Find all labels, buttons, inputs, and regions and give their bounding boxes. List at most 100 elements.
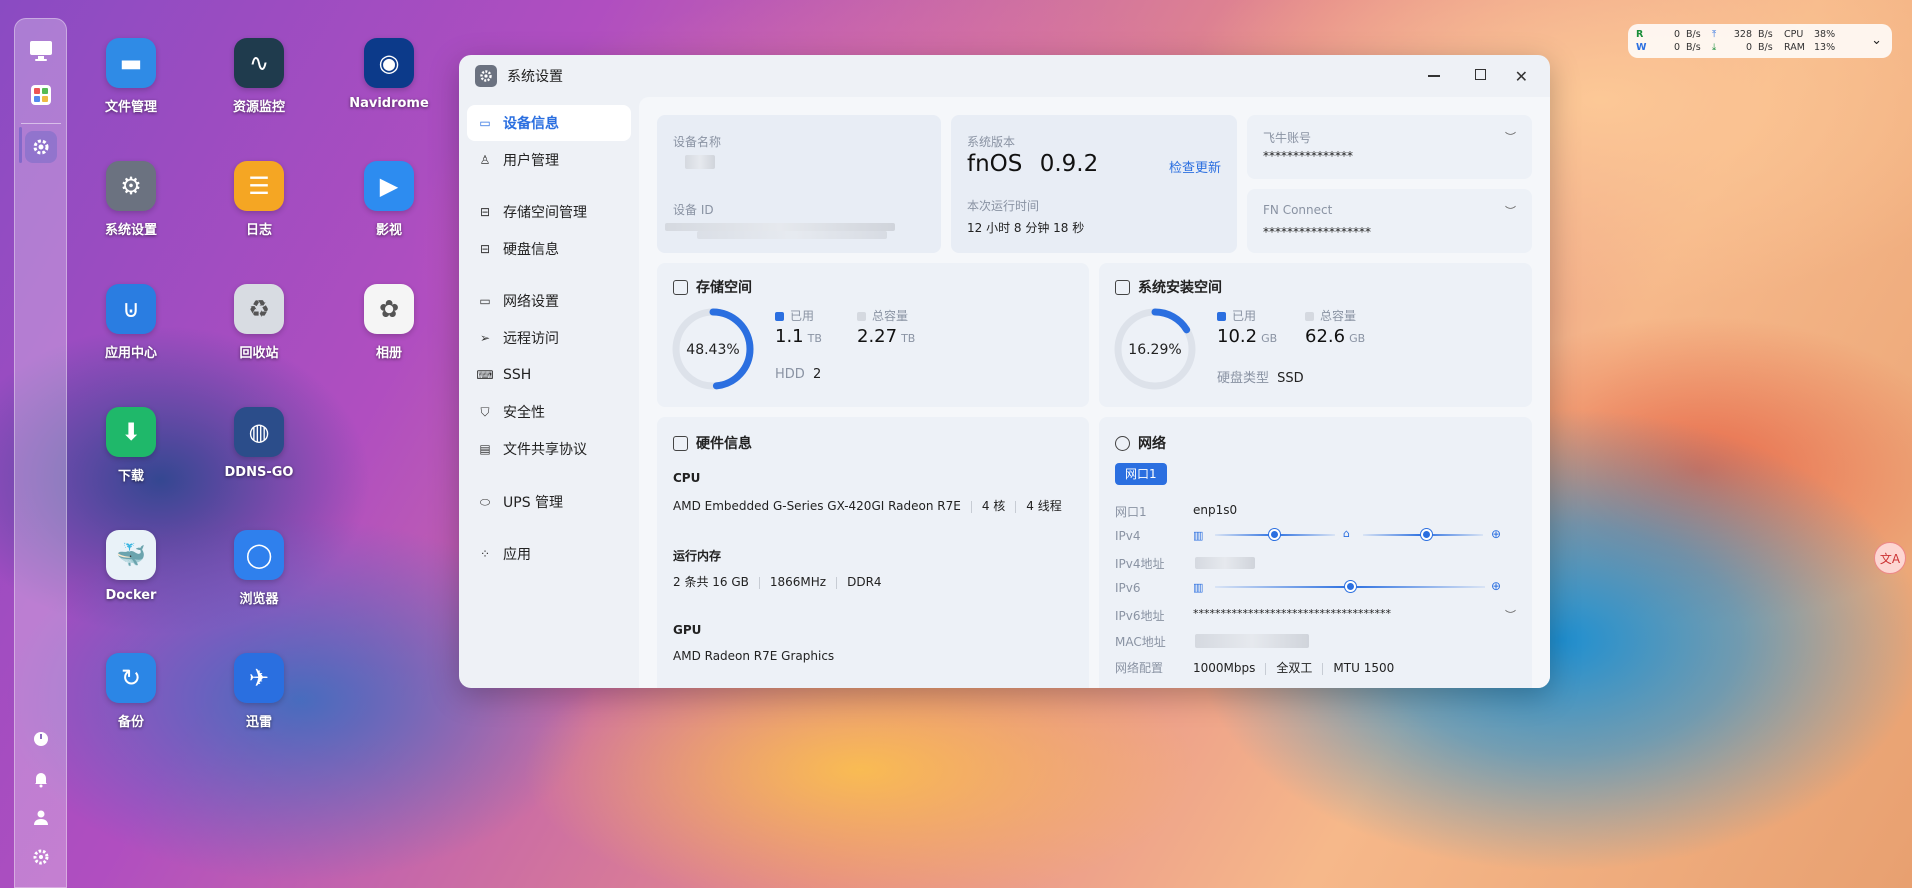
- system-space-card[interactable]: 系统安装空间 16.29% 已用 10.2 GB 总容量 62.6 GB 硬盘类型 …: [1099, 263, 1532, 407]
- ipv4-topology: ▥ ⌂ ⊕: [1193, 527, 1503, 543]
- sidebar-item-user[interactable]: ♙ 用户管理: [467, 142, 631, 178]
- sidebar-item-label: 安全性: [503, 405, 545, 421]
- globe-icon: [1115, 435, 1130, 451]
- device-id-label: 设备 ID: [673, 203, 714, 217]
- sidebar-item-apps[interactable]: ⁘ 应用: [467, 536, 631, 572]
- sidebar-item-ssh[interactable]: ⌨ SSH: [467, 357, 631, 393]
- used-legend-swatch: [775, 312, 784, 321]
- sidebar-item-label: UPS 管理: [503, 495, 564, 511]
- fnconnect-card: FN Connect ****************** ︶: [1247, 189, 1532, 253]
- uptime-label: 本次运行时间: [967, 199, 1040, 213]
- desktop-app[interactable]: ♻ 回收站: [204, 284, 314, 361]
- ram-label: RAM: [1784, 42, 1805, 53]
- desktop-app-label: DDNS-GO: [224, 465, 294, 480]
- total-unit: TB: [901, 332, 916, 345]
- cpu-info: AMD Embedded G-Series GX-420GI Radeon R7…: [673, 497, 1062, 514]
- eye-closed-icon[interactable]: ︶: [1505, 607, 1516, 623]
- sidebar-item-ups[interactable]: ⬭ UPS 管理: [467, 484, 631, 520]
- separator: [1265, 662, 1267, 675]
- duplex: 全双工: [1276, 661, 1313, 675]
- upload-value: 328: [1733, 29, 1752, 40]
- memory-type: DDR4: [847, 575, 882, 589]
- cpu-value: 38%: [1814, 29, 1836, 40]
- download-unit: B/s: [1758, 42, 1773, 53]
- desktop-app[interactable]: ⬇ 下载: [76, 407, 186, 484]
- check-update-link[interactable]: 检查更新: [1169, 157, 1221, 176]
- desktop-app[interactable]: ▬ 文件管理: [76, 38, 186, 115]
- chevron-down-icon[interactable]: ⌄: [1871, 33, 1882, 48]
- separator: [1015, 500, 1017, 513]
- apps-icon: ⁘: [479, 547, 491, 561]
- sidebar-item-storage[interactable]: ⊟ 存储空间管理: [467, 194, 631, 230]
- storage-card[interactable]: 存储空间 48.43% 已用 1.1 TB 总容量 2.27 TB HDD 2: [657, 263, 1089, 407]
- system-monitor-widget[interactable]: R 0 B/s ⤒ 328 B/s CPU 38% W 0 B/s ⤓ 0 B/…: [1628, 24, 1892, 58]
- hdd-count: HDD 2: [775, 367, 821, 382]
- desktop-app[interactable]: 🐳 Docker: [76, 530, 186, 603]
- settings-app-icon[interactable]: [25, 131, 57, 163]
- disk-type: 硬盘类型 SSD: [1217, 367, 1304, 386]
- power-icon[interactable]: [25, 723, 57, 755]
- network-card: 网络 网口1 网口1 enp1s0 IPv4 ▥ ⌂ ⊕ IPv4地址 IPv6…: [1099, 417, 1532, 688]
- bell-icon[interactable]: [25, 763, 57, 795]
- desktop-app-label: 备份: [117, 715, 144, 730]
- write-unit: B/s: [1686, 42, 1701, 53]
- minimize-button[interactable]: [1428, 75, 1440, 77]
- desktop-app[interactable]: ☰ 日志: [204, 161, 314, 238]
- total-label: 总容量: [872, 309, 909, 323]
- close-button[interactable]: ✕: [1515, 67, 1528, 86]
- device-id-value-2: [697, 231, 887, 239]
- internet-icon: ⊕: [1491, 527, 1502, 541]
- cpu-threads: 4 线程: [1026, 499, 1062, 513]
- folder-icon: ▬: [106, 38, 156, 88]
- desktop-app-label: 回收站: [239, 346, 279, 361]
- os-name: fnOS: [967, 151, 1023, 177]
- download-icon: ⤓: [1712, 42, 1717, 53]
- hardware-icon: [673, 435, 688, 451]
- ipv4-address-label: IPv4地址: [1115, 557, 1165, 571]
- sidebar-item-remote[interactable]: ➢ 远程访问: [467, 320, 631, 356]
- desktop-app-label: Navidrome: [349, 96, 429, 111]
- translate-icon[interactable]: 文A: [1874, 542, 1906, 574]
- gear-icon[interactable]: [25, 841, 57, 873]
- sidebar-item-device[interactable]: ▭ 设备信息: [467, 105, 631, 141]
- backup-icon: ↻: [106, 653, 156, 703]
- sidebar-item-network[interactable]: ▭ 网络设置: [467, 283, 631, 319]
- user-icon[interactable]: [25, 801, 57, 833]
- sidebar-item-disk[interactable]: ⊟ 硬盘信息: [467, 231, 631, 267]
- desktop-app[interactable]: ▶ 影视: [334, 161, 444, 238]
- desktop-app[interactable]: ∿ 资源监控: [204, 38, 314, 115]
- desktop-app[interactable]: ⚙ 系统设置: [76, 161, 186, 238]
- desktop-app[interactable]: ◯ 浏览器: [204, 530, 314, 607]
- account-card: 飞牛账号 *************** ︶: [1247, 115, 1532, 179]
- account-value: ***************: [1263, 149, 1353, 163]
- desktop-app[interactable]: ✈ 迅雷: [204, 653, 314, 730]
- eye-closed-icon[interactable]: ︶: [1505, 203, 1516, 219]
- system-space-total: 总容量 62.6 GB: [1305, 307, 1365, 347]
- apps-grid-icon[interactable]: [25, 79, 57, 111]
- sidebar-item-label: 设备信息: [503, 116, 559, 132]
- recycle-icon: ♻: [234, 284, 284, 334]
- port-label: 网口1: [1115, 505, 1147, 519]
- settings-icon: ⚙: [106, 161, 156, 211]
- desktop-app-label: Docker: [105, 588, 157, 603]
- desktop-icon[interactable]: [25, 35, 57, 67]
- memory-info: 2 条共 16 GB 1866MHz DDR4: [673, 573, 882, 590]
- desktop-app[interactable]: ◉ Navidrome: [334, 38, 444, 111]
- desktop-app[interactable]: ◍ DDNS-GO: [204, 407, 314, 480]
- used-legend-swatch: [1217, 312, 1226, 321]
- sidebar-item-file-share[interactable]: ▤ 文件共享协议: [467, 431, 631, 467]
- tab-port1[interactable]: 网口1: [1115, 463, 1167, 485]
- sidebar-item-label: 存储空间管理: [503, 205, 587, 221]
- shield-icon: ⛉: [480, 404, 490, 419]
- desktop-app[interactable]: ↻ 备份: [76, 653, 186, 730]
- gpu-label: GPU: [673, 623, 702, 637]
- window-titlebar[interactable]: 系统设置 ✕: [459, 55, 1550, 97]
- maximize-button[interactable]: [1475, 69, 1486, 80]
- desktop-app[interactable]: ⊍ 应用中心: [76, 284, 186, 361]
- ups-icon: ⬭: [479, 494, 491, 509]
- system-space-ring: 16.29%: [1114, 308, 1196, 390]
- desktop-app[interactable]: ✿ 相册: [334, 284, 444, 361]
- system-space-used: 已用 10.2 GB: [1217, 307, 1277, 347]
- sidebar-item-shield[interactable]: ⛉ 安全性: [467, 394, 631, 430]
- eye-closed-icon[interactable]: ︶: [1505, 129, 1516, 145]
